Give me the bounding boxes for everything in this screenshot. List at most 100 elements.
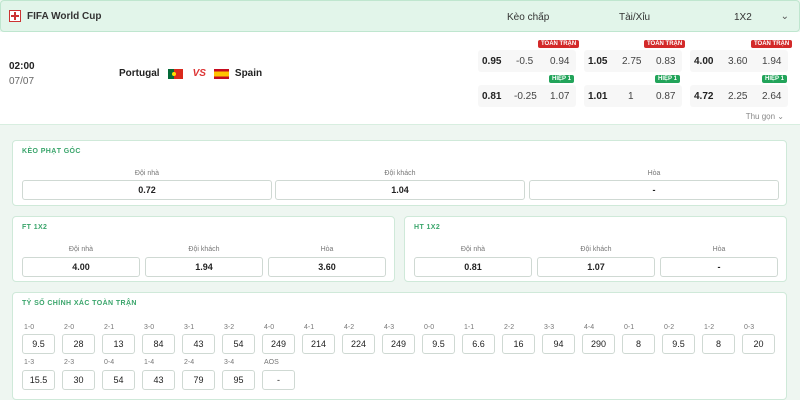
ht-label-home: Đội nhà xyxy=(460,246,486,253)
ft-title: FT 1X2 xyxy=(22,224,48,231)
score-label: 3-2 xyxy=(224,324,235,331)
odd-value: 1.05 xyxy=(588,55,608,67)
score-label: 2-3 xyxy=(64,359,75,366)
score-label: 2-0 xyxy=(64,324,75,331)
corner-label-home: Đội nhà xyxy=(134,170,160,177)
score-label: 2-2 xyxy=(504,324,515,331)
odds-full-handicap[interactable]: 0.95 -0.5 0.94 xyxy=(478,50,576,72)
odd-value: 4.72 xyxy=(694,90,714,102)
tag-half-1x2: HIỆP 1 xyxy=(762,75,787,83)
world-cup-flag-icon xyxy=(9,10,21,22)
odd-value: 1.94 xyxy=(762,55,782,67)
score-odd-box[interactable]: 30 xyxy=(62,370,95,390)
odd-value: 0.94 xyxy=(550,55,570,67)
odd-line: -0.25 xyxy=(514,90,537,102)
ft-odd-draw[interactable]: 3.60 xyxy=(268,257,386,277)
collapse-label: Thu gọn xyxy=(745,112,776,121)
odds-full-overunder[interactable]: 1.05 2.75 0.83 xyxy=(584,50,682,72)
score-odd-box[interactable]: 28 xyxy=(62,334,95,354)
score-odd-box[interactable]: 9.5 xyxy=(22,334,55,354)
match-row: 02:00 07/07 Portugal VS Spain TOÀN TRẬN … xyxy=(0,32,800,125)
score-odd-box[interactable]: 20 xyxy=(742,334,775,354)
score-label: 2-1 xyxy=(104,324,115,331)
score-label: 1-0 xyxy=(24,324,35,331)
score-odd-box[interactable]: 16 xyxy=(502,334,535,354)
score-label: 1-4 xyxy=(144,359,155,366)
ft-label-away: Đội khách xyxy=(188,246,220,253)
odd-line: 1 xyxy=(628,90,634,102)
score-label: 4-1 xyxy=(304,324,315,331)
odd-value: 0.83 xyxy=(656,55,676,67)
ft-odd-away[interactable]: 1.94 xyxy=(145,257,263,277)
score-odd-box[interactable]: 15.5 xyxy=(22,370,55,390)
home-team[interactable]: Portugal xyxy=(119,68,160,79)
score-label: 0-1 xyxy=(624,324,635,331)
score-odd-box[interactable]: 9.5 xyxy=(662,334,695,354)
score-odd-box[interactable]: 84 xyxy=(142,334,175,354)
odd-value: 0.95 xyxy=(482,55,502,67)
score-odd-box[interactable]: 13 xyxy=(102,334,135,354)
ht-panel: HT 1X2 Đội nhà Đội khách Hòa 0.81 1.07 - xyxy=(404,216,787,282)
score-odd-box[interactable]: 6.6 xyxy=(462,334,495,354)
odd-value: 2.64 xyxy=(762,90,782,102)
odd-value: 4.00 xyxy=(694,55,714,67)
score-label: 3-0 xyxy=(144,324,155,331)
score-odd-box[interactable]: 8 xyxy=(702,334,735,354)
tag-half-overunder: HIỆP 1 xyxy=(655,75,680,83)
score-label: 0-0 xyxy=(424,324,435,331)
odd-value: 0.81 xyxy=(482,90,502,102)
score-label: 4-4 xyxy=(584,324,595,331)
corner-odd-draw[interactable]: - xyxy=(529,180,779,200)
odds-full-1x2[interactable]: 4.00 3.60 1.94 xyxy=(690,50,788,72)
score-odd-box[interactable]: - xyxy=(262,370,295,390)
score-label: 0-3 xyxy=(744,324,755,331)
ht-odd-draw[interactable]: - xyxy=(660,257,778,277)
col-handicap: Kèo chấp xyxy=(507,12,550,23)
score-label: 4-0 xyxy=(264,324,275,331)
away-team[interactable]: Spain xyxy=(235,68,262,79)
score-odd-box[interactable]: 249 xyxy=(262,334,295,354)
score-odd-box[interactable]: 94 xyxy=(542,334,575,354)
corner-title: KÈO PHẠT GÓC xyxy=(22,148,81,155)
score-odd-box[interactable]: 290 xyxy=(582,334,615,354)
score-label: 4-3 xyxy=(384,324,395,331)
score-odd-box[interactable]: 54 xyxy=(222,334,255,354)
score-odd-box[interactable]: 224 xyxy=(342,334,375,354)
score-odd-box[interactable]: 95 xyxy=(222,370,255,390)
ht-odd-away[interactable]: 1.07 xyxy=(537,257,655,277)
tag-full-handicap: TOÀN TRẬN xyxy=(538,40,580,48)
odd-value: 1.07 xyxy=(550,90,570,102)
score-label: 1-2 xyxy=(704,324,715,331)
corner-odd-away[interactable]: 1.04 xyxy=(275,180,525,200)
ht-label-away: Đội khách xyxy=(580,246,612,253)
score-odd-box[interactable]: 43 xyxy=(142,370,175,390)
ht-title: HT 1X2 xyxy=(414,224,441,231)
odds-half-overunder[interactable]: 1.01 1 0.87 xyxy=(584,85,682,107)
teams: Portugal VS Spain xyxy=(119,68,262,79)
score-odd-box[interactable]: 9.5 xyxy=(422,334,455,354)
score-odd-box[interactable]: 54 xyxy=(102,370,135,390)
odd-line: -0.5 xyxy=(516,55,534,67)
score-odd-box[interactable]: 79 xyxy=(182,370,215,390)
vs-label: VS xyxy=(192,68,206,79)
league-title: FIFA World Cup xyxy=(27,10,102,22)
portugal-flag-icon xyxy=(167,68,183,79)
corner-label-draw: Hòa xyxy=(647,170,661,177)
score-odd-box[interactable]: 8 xyxy=(622,334,655,354)
score-odd-box[interactable]: 43 xyxy=(182,334,215,354)
spain-flag-icon xyxy=(213,68,229,79)
collapse-link[interactable]: Thu gọn ⌄ xyxy=(746,112,784,121)
match-date: 07/07 xyxy=(9,76,35,87)
odds-half-1x2[interactable]: 4.72 2.25 2.64 xyxy=(690,85,788,107)
ft-odd-home[interactable]: 4.00 xyxy=(22,257,140,277)
ht-odd-home[interactable]: 0.81 xyxy=(414,257,532,277)
odd-value: 0.87 xyxy=(656,90,676,102)
score-odd-box[interactable]: 214 xyxy=(302,334,335,354)
corner-odd-home[interactable]: 0.72 xyxy=(22,180,272,200)
score-odd-box[interactable]: 249 xyxy=(382,334,415,354)
score-label: 1-1 xyxy=(464,324,475,331)
score-label: 0-4 xyxy=(104,359,115,366)
score-label: AOS xyxy=(264,359,279,366)
odds-half-handicap[interactable]: 0.81 -0.25 1.07 xyxy=(478,85,576,107)
chevron-down-icon[interactable]: ⌄ xyxy=(781,11,789,22)
